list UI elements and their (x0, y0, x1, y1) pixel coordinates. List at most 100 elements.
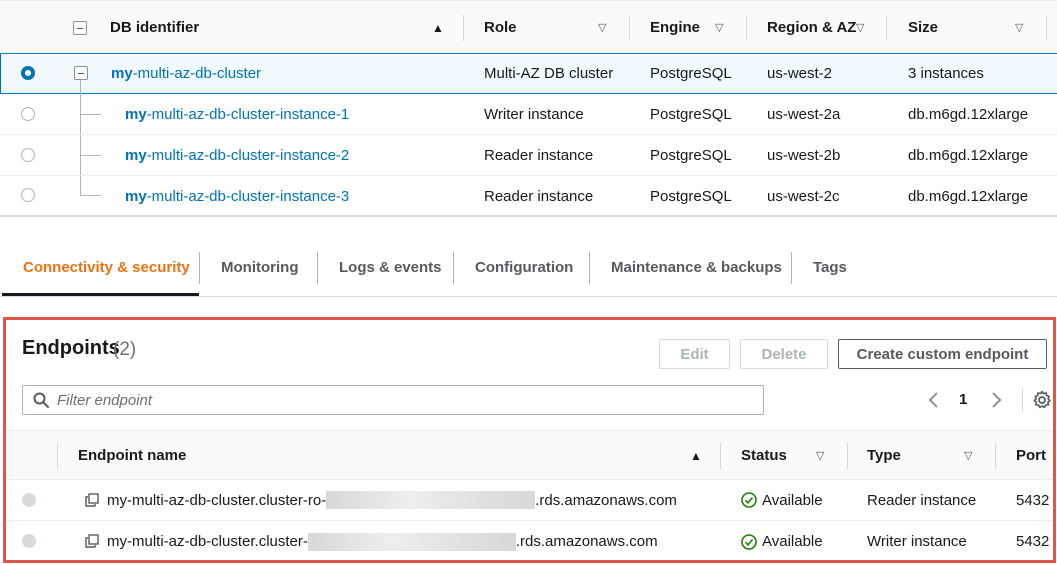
highlight-text: my (125, 146, 147, 164)
col-db-identifier[interactable]: DB identifier (110, 1, 199, 54)
port-cell: 5432 (1016, 533, 1050, 550)
tab-connectivity-security[interactable]: Connectivity & security (23, 238, 190, 296)
role-cell: Writer instance (484, 105, 584, 123)
filter-endpoint-field[interactable] (22, 385, 764, 415)
tree-connector (81, 155, 101, 156)
column-divider[interactable] (886, 15, 887, 41)
port-cell: 5432 (1016, 491, 1050, 509)
copy-icon[interactable] (85, 493, 99, 507)
table-row[interactable]: my-multi-az-db-cluster.cluster- .rds.amaz… (5, 521, 1054, 562)
sort-icon[interactable]: ▽ (964, 449, 972, 462)
pager-divider (1022, 387, 1023, 413)
edit-button[interactable]: Edit (659, 339, 730, 369)
sort-ascending-icon[interactable]: ▲ (690, 449, 702, 463)
db-instance-link[interactable]: my -multi-az-db-cluster-instance-2 (125, 135, 349, 175)
col-endpoint-name[interactable]: Endpoint name (78, 431, 186, 479)
redacted-region (326, 491, 536, 509)
tab-divider (453, 252, 454, 284)
db-instance-link[interactable]: my -multi-az-db-cluster-instance-3 (125, 176, 349, 217)
role-cell: Multi-AZ DB cluster (484, 65, 614, 82)
table-row[interactable]: my -multi-az-db-cluster-instance-1 Writer… (0, 94, 1057, 135)
column-divider[interactable] (995, 443, 996, 469)
filter-endpoint-input[interactable] (57, 389, 737, 411)
table-row[interactable]: my-multi-az-db-cluster.cluster-ro- .rds.a… (5, 480, 1054, 521)
region-cell: us-west-2c (767, 188, 840, 205)
column-divider[interactable] (629, 15, 630, 41)
select-radio-disabled (22, 493, 36, 507)
chevron-right-icon[interactable] (988, 390, 1004, 410)
select-radio-disabled (22, 534, 36, 548)
role-cell: Reader instance (484, 188, 594, 205)
col-engine[interactable]: Engine (650, 1, 700, 54)
tab-logs-events[interactable]: Logs & events (339, 238, 442, 296)
copy-icon[interactable] (85, 534, 99, 548)
gear-icon[interactable] (1032, 390, 1052, 410)
column-divider[interactable] (463, 15, 464, 41)
endpoint-name-start: my-multi-az-db-cluster.cluster- (107, 533, 308, 550)
page-number[interactable]: 1 (959, 391, 967, 408)
status-cell: Available (741, 521, 823, 562)
column-divider[interactable] (847, 443, 848, 469)
endpoints-panel: Endpoints (2) Edit Delete Create custom … (5, 319, 1054, 562)
tab-divider (589, 252, 590, 284)
engine-cell: PostgreSQL (650, 188, 732, 205)
col-port[interactable]: Port (1016, 431, 1046, 479)
table-row-cluster[interactable]: my -multi-az-db-cluster Multi-AZ DB clust… (0, 53, 1057, 94)
type-cell: Writer instance (867, 533, 967, 550)
col-type[interactable]: Type (867, 431, 901, 479)
sort-icon[interactable]: ▽ (715, 21, 723, 34)
col-status[interactable]: Status (741, 431, 787, 479)
sort-icon[interactable]: ▽ (816, 449, 824, 462)
region-cell: us-west-2 (767, 65, 833, 82)
size-cell: db.m6gd.12xlarge (908, 146, 1029, 164)
engine-cell: PostgreSQL (650, 146, 732, 164)
table-row[interactable]: my -multi-az-db-cluster-instance-3 Reader… (0, 176, 1057, 217)
search-icon (33, 392, 49, 408)
endpoint-name: my-multi-az-db-cluster.cluster-ro- .rds.a… (107, 480, 677, 520)
sort-icon[interactable]: ▽ (856, 21, 864, 34)
link-text: -multi-az-db-cluster-instance-3 (146, 188, 350, 205)
tab-tags[interactable]: Tags (813, 238, 847, 296)
region-cell: us-west-2a (767, 105, 841, 123)
highlight-text: my (111, 65, 133, 82)
region-cell: us-west-2b (767, 146, 841, 164)
sort-icon[interactable]: ▽ (598, 21, 606, 34)
tab-divider (199, 252, 200, 284)
tab-maintenance-backups[interactable]: Maintenance & backups (611, 238, 782, 296)
endpoint-name-start: my-multi-az-db-cluster.cluster-ro- (107, 491, 327, 509)
db-instance-link[interactable]: my -multi-az-db-cluster-instance-1 (125, 94, 349, 134)
link-text: -multi-az-db-cluster-instance-2 (146, 146, 350, 164)
endpoint-name-end: .rds.amazonaws.com (535, 491, 677, 509)
tab-divider (317, 252, 318, 284)
table-row[interactable]: my -multi-az-db-cluster-instance-2 Reader… (0, 135, 1057, 176)
column-divider[interactable] (746, 15, 747, 41)
select-radio[interactable] (21, 66, 35, 80)
highlight-text: my (125, 105, 147, 123)
collapse-all-icon[interactable] (73, 21, 87, 35)
link-text: -multi-az-db-cluster (132, 65, 262, 82)
db-cluster-link[interactable]: my -multi-az-db-cluster (111, 54, 261, 93)
column-divider[interactable] (57, 443, 58, 469)
size-cell: db.m6gd.12xlarge (908, 188, 1029, 205)
select-radio[interactable] (21, 188, 35, 202)
collapse-icon[interactable] (74, 66, 88, 80)
col-role[interactable]: Role (484, 1, 517, 54)
column-divider[interactable] (720, 443, 721, 469)
endpoints-table-header: Endpoint name ▲ Status ▽ Type ▽ Port (5, 430, 1054, 480)
select-radio[interactable] (21, 107, 35, 121)
column-divider[interactable] (1046, 15, 1047, 41)
create-custom-endpoint-button[interactable]: Create custom endpoint (838, 339, 1047, 369)
select-radio[interactable] (21, 148, 35, 162)
detail-tabs: Connectivity & security Monitoring Logs … (0, 238, 1057, 297)
chevron-left-icon[interactable] (926, 390, 942, 410)
tab-monitoring[interactable]: Monitoring (221, 238, 298, 296)
sort-ascending-icon[interactable]: ▲ (432, 21, 444, 35)
endpoints-title: Endpoints (22, 337, 120, 359)
redacted-region (307, 532, 516, 551)
endpoints-count: (2) (113, 339, 137, 360)
col-size[interactable]: Size (908, 1, 938, 54)
col-region-az[interactable]: Region & AZ (767, 1, 856, 54)
sort-icon[interactable]: ▽ (1015, 21, 1023, 34)
delete-button[interactable]: Delete (740, 339, 828, 369)
tab-configuration[interactable]: Configuration (475, 238, 573, 296)
